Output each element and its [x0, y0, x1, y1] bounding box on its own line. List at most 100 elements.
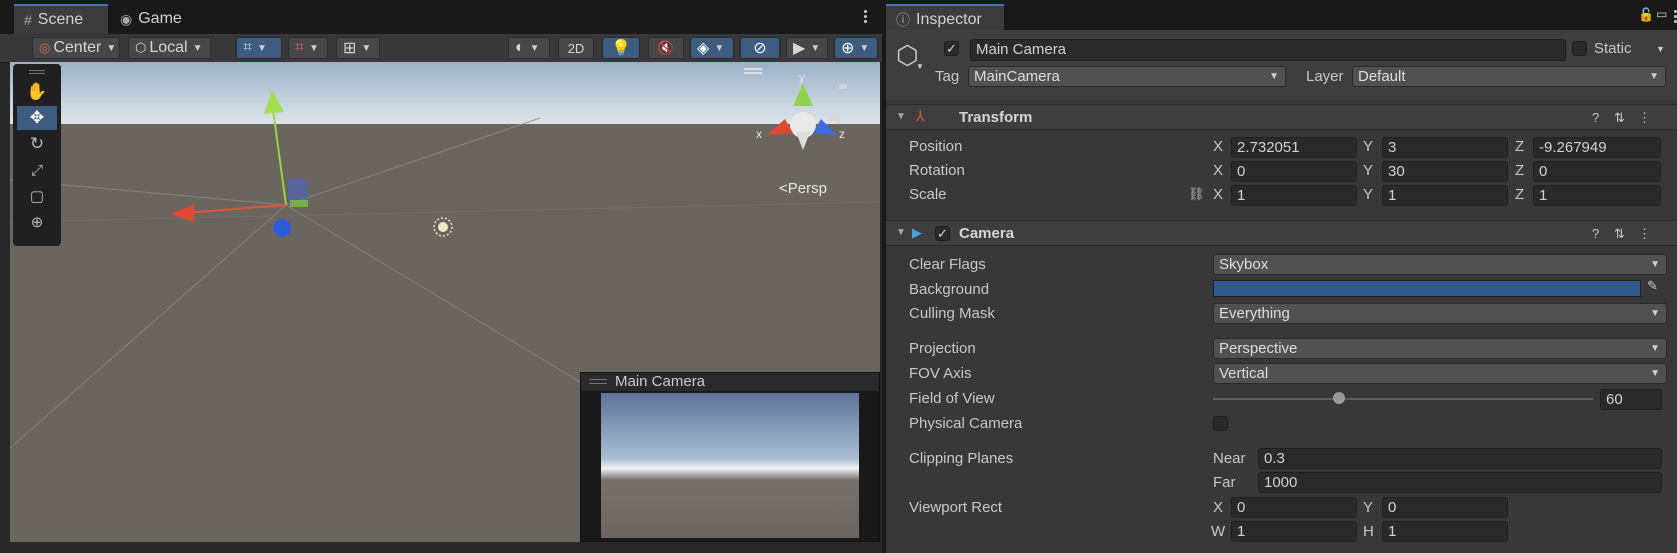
fov-axis-dropdown[interactable]: Vertical ▼: [1213, 363, 1667, 384]
scale-x-axis-label: X: [1213, 186, 1224, 203]
camera-enabled-checkbox[interactable]: ✓: [935, 226, 950, 241]
cube-icon: ⬡: [135, 40, 147, 55]
foldout-arrow-icon[interactable]: ▼: [896, 227, 906, 238]
camera-header[interactable]: ▼ ▶ ✓ Camera ? ⇅ ⋮: [886, 220, 1677, 246]
rect-tool-button[interactable]: ▢: [17, 184, 57, 208]
camera-preview-image: [601, 393, 859, 538]
viewport-x-field[interactable]: 0: [1231, 497, 1357, 518]
help-icon[interactable]: ?: [1592, 226, 1599, 241]
field-of-view-field[interactable]: 60: [1600, 389, 1662, 410]
increment-snap-button[interactable]: ⌗ ▼: [288, 37, 328, 59]
physical-camera-checkbox[interactable]: [1213, 416, 1228, 431]
rect-icon: ▢: [29, 188, 45, 205]
hand-tool-button[interactable]: ✋: [17, 80, 57, 104]
hidden-objects-toggle[interactable]: ⊘: [740, 37, 780, 59]
viewport-h-axis-label: H: [1363, 523, 1374, 540]
scale-label: Scale: [909, 186, 947, 203]
scene-panel: # Scene ◉ Game ◎ Center ▼ ⬡ Local ▼ ⌗ ▼ …: [0, 0, 882, 553]
chevron-down-icon[interactable]: ▼: [916, 62, 924, 71]
rotation-y-field[interactable]: 30: [1382, 161, 1508, 182]
transform-tool-button[interactable]: ⊕: [17, 210, 57, 234]
rotation-x-field[interactable]: 0: [1231, 161, 1357, 182]
scale-tool-button[interactable]: ⤢: [17, 158, 57, 182]
field-of-view-label: Field of View: [909, 390, 995, 407]
tab-game[interactable]: ◉ Game: [110, 4, 200, 34]
layers-icon: ◈: [697, 40, 710, 57]
projection-label: Projection: [909, 340, 976, 357]
increment-snap-icon: ⌗: [295, 39, 305, 56]
overlay-drag-handle-icon[interactable]: [589, 379, 607, 384]
presets-icon[interactable]: ⇅: [1614, 226, 1625, 242]
culling-mask-dropdown[interactable]: Everything ▼: [1213, 303, 1667, 324]
help-icon[interactable]: ?: [1592, 110, 1599, 125]
gizmos-button[interactable]: ⊕ ▼: [834, 37, 878, 59]
grid-snap-button[interactable]: ⌗ ▼: [236, 37, 282, 59]
chevron-down-icon: ▼: [309, 42, 319, 54]
scale-x-field[interactable]: 1: [1231, 185, 1357, 206]
position-z-field[interactable]: -9.267949: [1533, 137, 1661, 158]
position-x-axis-label: X: [1213, 138, 1224, 155]
position-y-field[interactable]: 3: [1382, 137, 1508, 158]
component-menu-icon[interactable]: ⋮: [1638, 226, 1651, 242]
overlay-drag-handle-icon[interactable]: [29, 70, 45, 74]
camera-preview-overlay[interactable]: Main Camera: [580, 372, 880, 542]
audio-toggle[interactable]: 🔇: [648, 37, 684, 59]
transform-axes-icon: ⅄: [916, 108, 925, 124]
component-menu-icon[interactable]: ⋮: [1638, 110, 1651, 126]
lightbulb-icon: 💡: [611, 40, 631, 57]
presets-icon[interactable]: ⇅: [1614, 110, 1625, 126]
eyedropper-icon[interactable]: ✎: [1647, 278, 1658, 294]
field-of-view-slider-thumb[interactable]: [1333, 392, 1345, 404]
far-label: Far: [1213, 474, 1236, 491]
field-of-view-slider-track[interactable]: [1213, 398, 1593, 400]
viewport-y-field[interactable]: 0: [1382, 497, 1508, 518]
chevron-down-icon: ▼: [859, 42, 870, 54]
clear-flags-dropdown[interactable]: Skybox ▼: [1213, 254, 1667, 275]
clear-flags-value: Skybox: [1219, 256, 1269, 273]
rotate-tool-button[interactable]: ↻: [17, 132, 57, 156]
move-tool-button[interactable]: ✥: [17, 106, 57, 130]
scale-y-field[interactable]: 1: [1382, 185, 1508, 206]
link-broken-icon[interactable]: ⛓: [1188, 186, 1205, 202]
far-clip-field[interactable]: 1000: [1258, 472, 1662, 493]
foldout-arrow-icon[interactable]: ▼: [896, 111, 906, 122]
object-name-field[interactable]: Main Camera: [970, 39, 1566, 61]
background-color-swatch[interactable]: [1213, 280, 1641, 297]
viewport-w-field[interactable]: 1: [1231, 521, 1357, 542]
static-checkbox[interactable]: [1572, 41, 1587, 56]
shading-mode-button[interactable]: ◐ ▼: [508, 37, 550, 59]
viewport-w-axis-label: W: [1211, 523, 1226, 540]
scale-z-field[interactable]: 1: [1533, 185, 1661, 206]
projection-dropdown[interactable]: Perspective ▼: [1213, 338, 1667, 359]
viewport-h-field[interactable]: 1: [1382, 521, 1508, 542]
scale-icon: ⤢: [30, 161, 43, 179]
maximize-icon[interactable]: ▭: [1656, 7, 1667, 21]
object-active-checkbox[interactable]: ✓: [944, 41, 959, 56]
scene-menu-icon[interactable]: [864, 8, 867, 25]
effects-toggle[interactable]: ◈ ▼: [690, 37, 734, 59]
pivot-center-dropdown[interactable]: ◎ Center ▼: [32, 37, 120, 59]
grid-visibility-button[interactable]: ⊞ ▼: [336, 37, 380, 59]
position-label: Position: [909, 138, 963, 155]
tag-value: MainCamera: [974, 68, 1060, 85]
camera-settings-button[interactable]: ▶ ▼: [786, 37, 828, 59]
tag-dropdown[interactable]: MainCamera ▼: [968, 66, 1286, 87]
rotation-z-field[interactable]: 0: [1533, 161, 1661, 182]
rotation-label: Rotation: [909, 162, 965, 179]
tab-game-label: Game: [138, 10, 182, 27]
static-chevron-down-icon[interactable]: ▼: [1656, 44, 1665, 54]
layer-dropdown[interactable]: Default ▼: [1352, 66, 1666, 87]
move-arrows-icon: ✥: [29, 108, 45, 127]
tab-scene[interactable]: # Scene: [14, 4, 108, 34]
perspective-toggle[interactable]: <Persp: [779, 180, 827, 197]
projection-value: Perspective: [1219, 340, 1298, 357]
near-clip-field[interactable]: 0.3: [1258, 448, 1662, 469]
eye-slash-icon: ⊘: [753, 40, 767, 57]
space-local-dropdown[interactable]: ⬡ Local ▼: [128, 37, 211, 59]
chevron-down-icon: ▼: [1269, 71, 1279, 82]
mode-2d-toggle[interactable]: 2D: [558, 37, 594, 59]
lock-icon[interactable]: 🔓: [1638, 7, 1654, 23]
lighting-toggle[interactable]: 💡: [602, 37, 640, 59]
position-x-field[interactable]: 2.732051: [1231, 137, 1357, 158]
transform-header[interactable]: ▼ ⅄ Transform ? ⇅ ⋮: [886, 104, 1677, 130]
